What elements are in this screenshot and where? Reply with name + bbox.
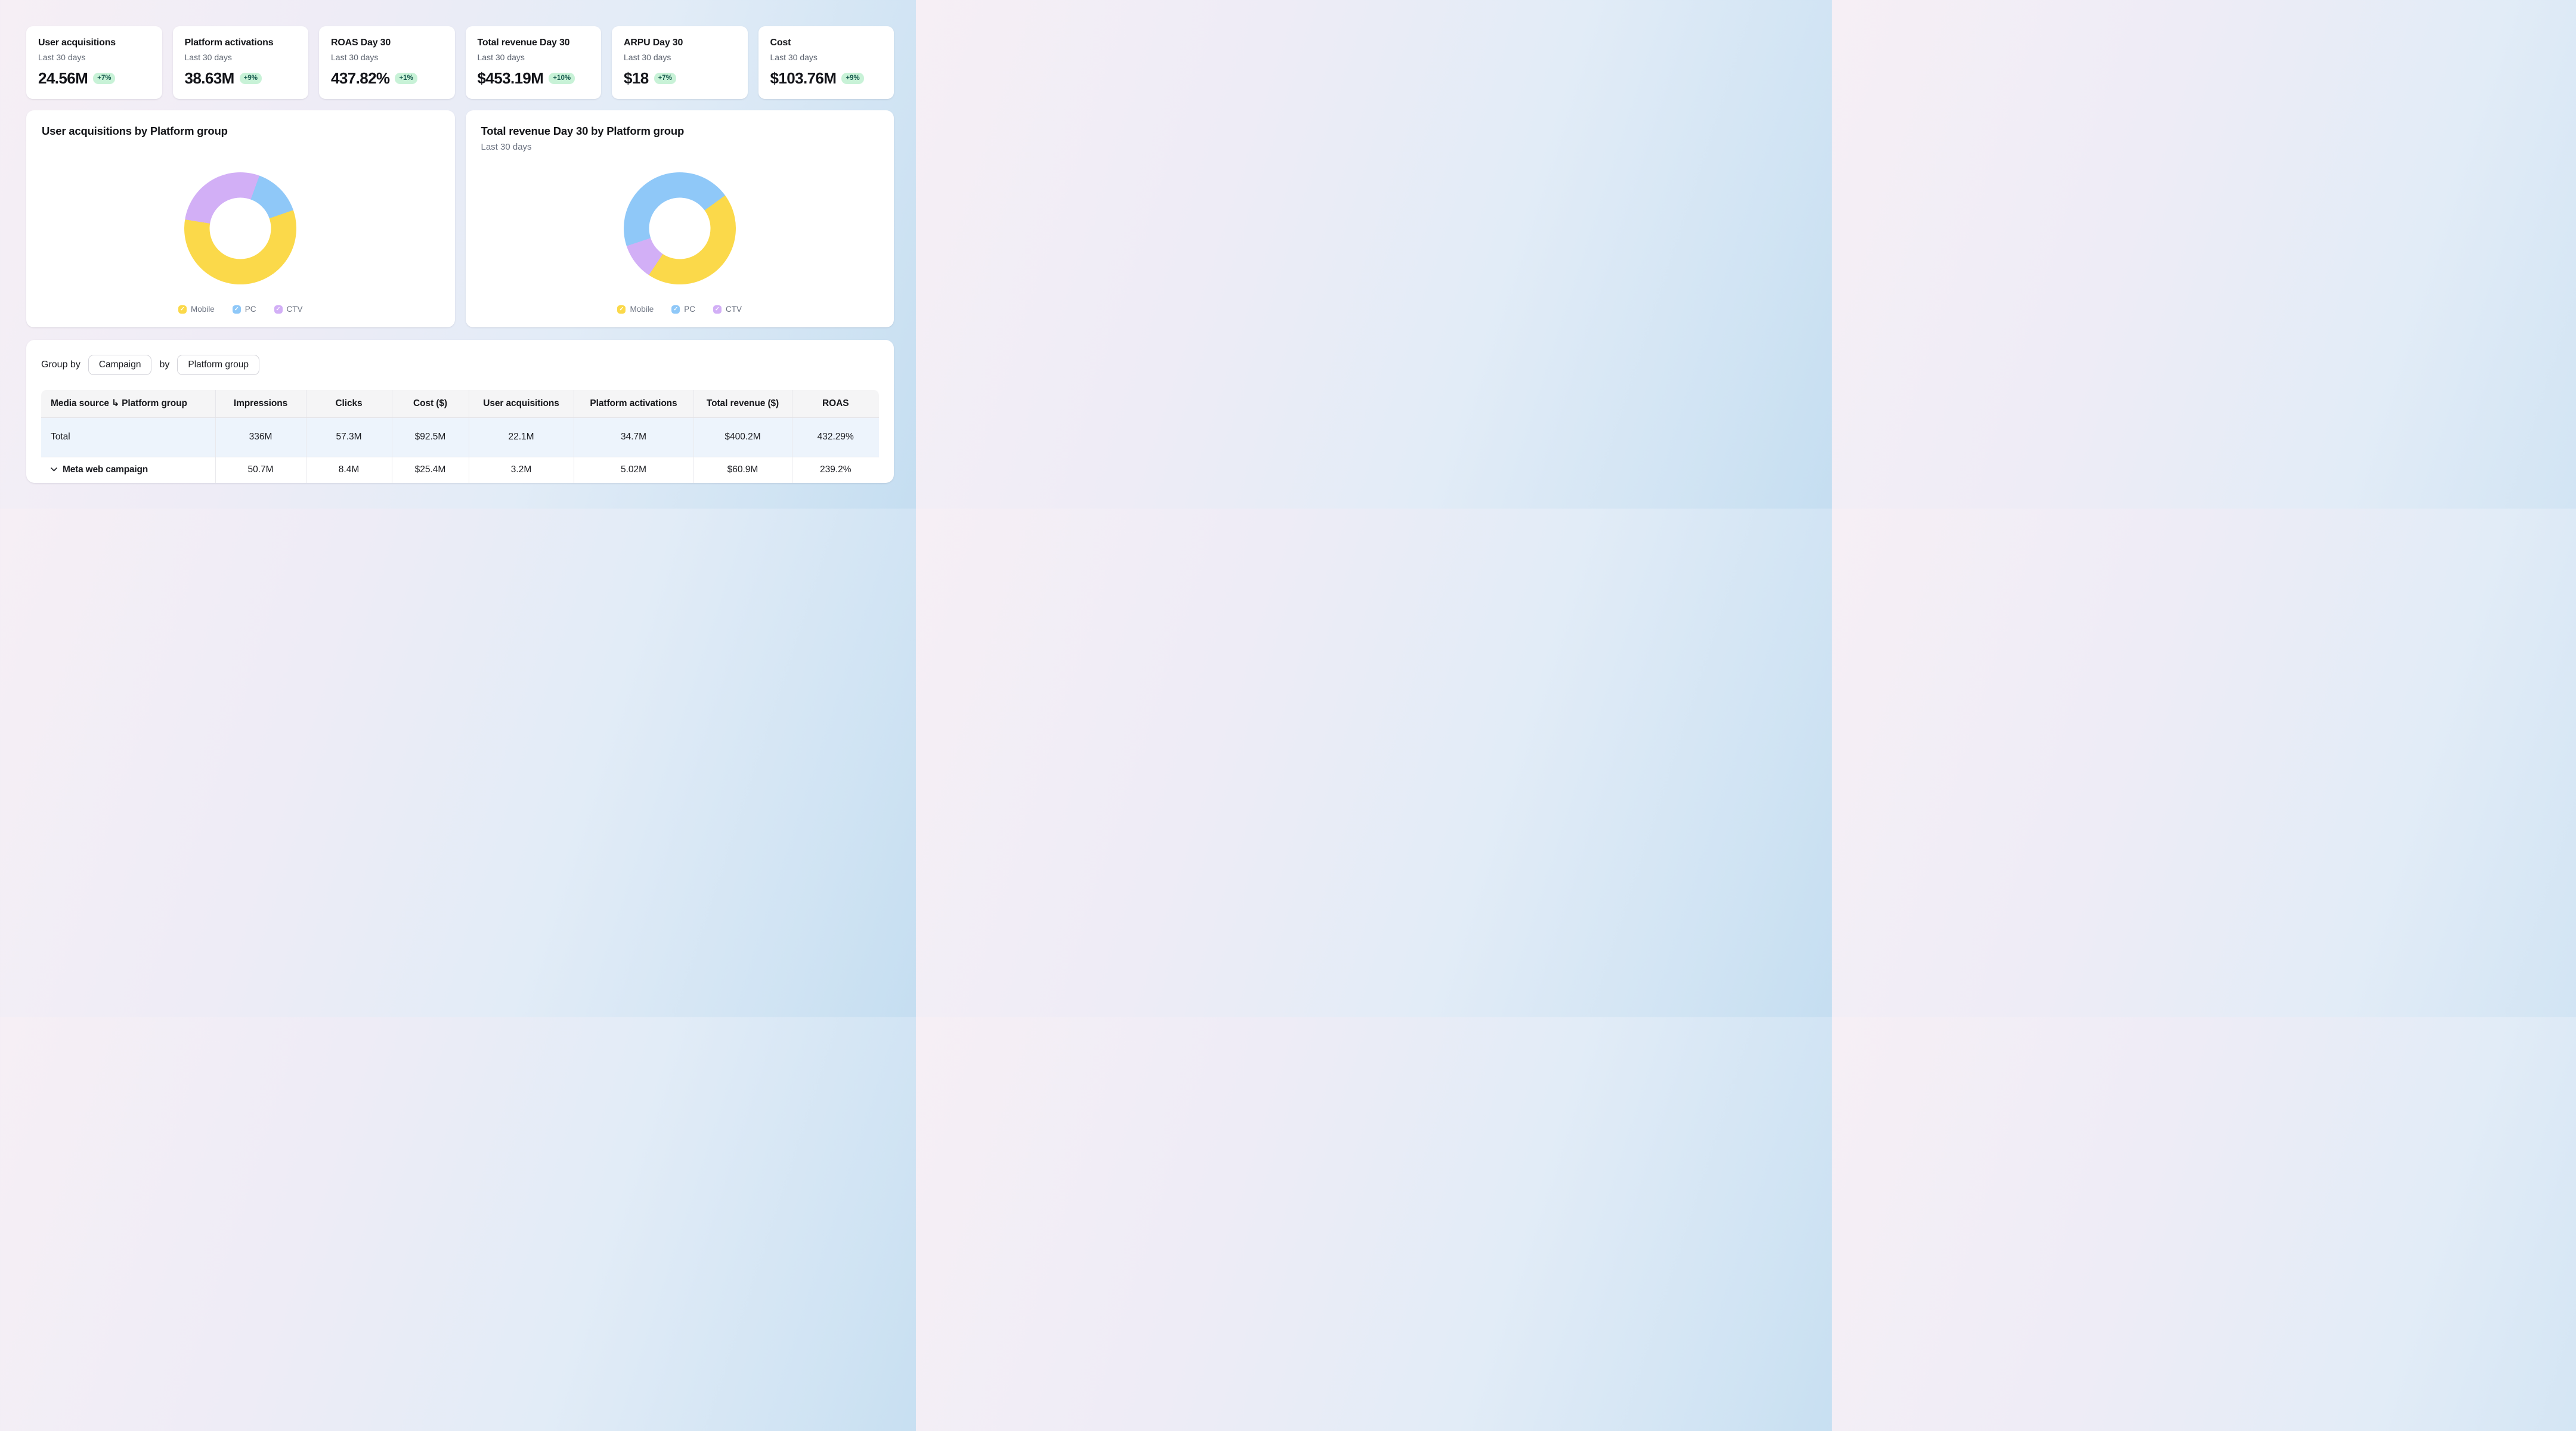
kpi-value: $18: [624, 69, 649, 88]
kpi-period: Last 30 days: [624, 52, 736, 62]
column-header-platform-activations: Platform activations: [574, 390, 693, 417]
legend-label: PC: [684, 305, 695, 314]
chevron-down-icon[interactable]: [51, 467, 57, 472]
column-header-cost: Cost ($): [392, 390, 469, 417]
delta-badge: +7%: [654, 73, 676, 85]
group-by-second-select[interactable]: Platform group: [177, 355, 259, 375]
column-header-user-acquisitions: User acquisitions: [469, 390, 574, 417]
cell-user-acquisitions: 3.2M: [469, 457, 574, 483]
group-by-controls: Group by Campaign by Platform group: [41, 355, 879, 375]
delta-badge: +7%: [93, 73, 115, 85]
cell-total-revenue: $60.9M: [693, 457, 792, 483]
campaign-name: Meta web campaign: [63, 464, 148, 475]
legend-item-pc[interactable]: ✓ PC: [233, 305, 256, 314]
checkbox-swatch-mobile-icon[interactable]: ✓: [178, 305, 187, 314]
cell-platform-activations: 5.02M: [574, 457, 693, 483]
kpi-period: Last 30 days: [185, 52, 297, 62]
kpi-title: ARPU Day 30: [624, 38, 736, 48]
kpi-title: Cost: [770, 38, 883, 48]
kpi-card-total-revenue-day-30: Total revenue Day 30 Last 30 days $453.1…: [466, 26, 602, 99]
kpi-title: User acquisitions: [38, 38, 150, 48]
charts-row: User acquisitions by Platform group ✓ Mo…: [26, 110, 894, 327]
cell-platform-activations: 34.7M: [574, 417, 693, 457]
kpi-row: User acquisitions Last 30 days 24.56M +7…: [26, 26, 894, 99]
cell-roas: 239.2%: [792, 457, 879, 483]
group-by-connector: by: [159, 360, 169, 370]
cell-total-revenue: $400.2M: [693, 417, 792, 457]
column-header-total-revenue: Total revenue ($): [693, 390, 792, 417]
legend-label: Mobile: [630, 305, 654, 314]
kpi-card-roas-day-30: ROAS Day 30 Last 30 days 437.82% +1%: [319, 26, 455, 99]
kpi-value: 38.63M: [185, 69, 234, 88]
row-label: Meta web campaign: [41, 457, 215, 483]
cell-clicks: 57.3M: [306, 417, 392, 457]
dashboard: User acquisitions Last 30 days 24.56M +7…: [26, 0, 894, 483]
cell-cost: $25.4M: [392, 457, 469, 483]
chart-subtitle: Last 30 days: [481, 142, 879, 152]
checkbox-swatch-pc-icon[interactable]: ✓: [233, 305, 241, 314]
chart-card-user-acquisitions: User acquisitions by Platform group ✓ Mo…: [26, 110, 455, 327]
kpi-period: Last 30 days: [770, 52, 883, 62]
chart-title: Total revenue Day 30 by Platform group: [481, 125, 879, 138]
column-header-roas: ROAS: [792, 390, 879, 417]
legend-item-mobile[interactable]: ✓ Mobile: [617, 305, 654, 314]
chart-card-total-revenue: Total revenue Day 30 by Platform group L…: [466, 110, 894, 327]
cell-impressions: 336M: [215, 417, 306, 457]
checkbox-swatch-pc-icon[interactable]: ✓: [671, 305, 680, 314]
legend-item-ctv[interactable]: ✓ CTV: [274, 305, 303, 314]
kpi-period: Last 30 days: [478, 52, 590, 62]
kpi-value: 24.56M: [38, 69, 88, 88]
column-header-media-source: Media source ↳ Platform group: [41, 390, 215, 417]
breakdown-table-card: Group by Campaign by Platform group Medi…: [26, 340, 894, 483]
delta-badge: +9%: [841, 73, 863, 85]
breakdown-table: Media source ↳ Platform group Impression…: [41, 390, 879, 483]
kpi-period: Last 30 days: [38, 52, 150, 62]
kpi-period: Last 30 days: [331, 52, 443, 62]
column-header-clicks: Clicks: [306, 390, 392, 417]
kpi-value: $103.76M: [770, 69, 837, 88]
chart-title: User acquisitions by Platform group: [42, 125, 439, 138]
chart-legend: ✓ Mobile ✓ PC ✓ CTV: [466, 305, 894, 314]
group-by-first-select[interactable]: Campaign: [88, 355, 152, 375]
table-header-row: Media source ↳ Platform group Impression…: [41, 390, 879, 417]
chart-legend: ✓ Mobile ✓ PC ✓ CTV: [26, 305, 455, 314]
table-row-total: Total 336M 57.3M $92.5M 22.1M 34.7M $400…: [41, 417, 879, 457]
table-row-meta-web-campaign[interactable]: Meta web campaign 50.7M 8.4M $25.4M 3.2M…: [41, 457, 879, 483]
kpi-card-arpu-day-30: ARPU Day 30 Last 30 days $18 +7%: [612, 26, 748, 99]
cell-cost: $92.5M: [392, 417, 469, 457]
kpi-card-user-acquisitions: User acquisitions Last 30 days 24.56M +7…: [26, 26, 162, 99]
kpi-title: Total revenue Day 30: [478, 38, 590, 48]
kpi-title: ROAS Day 30: [331, 38, 443, 48]
kpi-value: $453.19M: [478, 69, 544, 88]
legend-label: CTV: [726, 305, 742, 314]
cell-impressions: 50.7M: [215, 457, 306, 483]
column-header-impressions: Impressions: [215, 390, 306, 417]
checkbox-swatch-ctv-icon[interactable]: ✓: [274, 305, 283, 314]
checkbox-swatch-mobile-icon[interactable]: ✓: [617, 305, 626, 314]
legend-label: PC: [245, 305, 256, 314]
legend-item-mobile[interactable]: ✓ Mobile: [178, 305, 215, 314]
legend-label: Mobile: [191, 305, 215, 314]
checkbox-swatch-ctv-icon[interactable]: ✓: [713, 305, 722, 314]
delta-badge: +10%: [549, 73, 575, 85]
kpi-card-cost: Cost Last 30 days $103.76M +9%: [758, 26, 894, 99]
row-label: Total: [41, 417, 215, 457]
legend-item-pc[interactable]: ✓ PC: [671, 305, 695, 314]
delta-badge: +1%: [395, 73, 417, 85]
kpi-title: Platform activations: [185, 38, 297, 48]
donut-chart-user-acquisitions: [184, 172, 296, 284]
donut-chart-total-revenue: [624, 172, 736, 284]
kpi-card-platform-activations: Platform activations Last 30 days 38.63M…: [173, 26, 309, 99]
delta-badge: +9%: [240, 73, 262, 85]
legend-item-ctv[interactable]: ✓ CTV: [713, 305, 742, 314]
cell-clicks: 8.4M: [306, 457, 392, 483]
cell-roas: 432.29%: [792, 417, 879, 457]
cell-user-acquisitions: 22.1M: [469, 417, 574, 457]
legend-label: CTV: [287, 305, 303, 314]
group-by-label: Group by: [41, 360, 80, 370]
kpi-value: 437.82%: [331, 69, 389, 88]
